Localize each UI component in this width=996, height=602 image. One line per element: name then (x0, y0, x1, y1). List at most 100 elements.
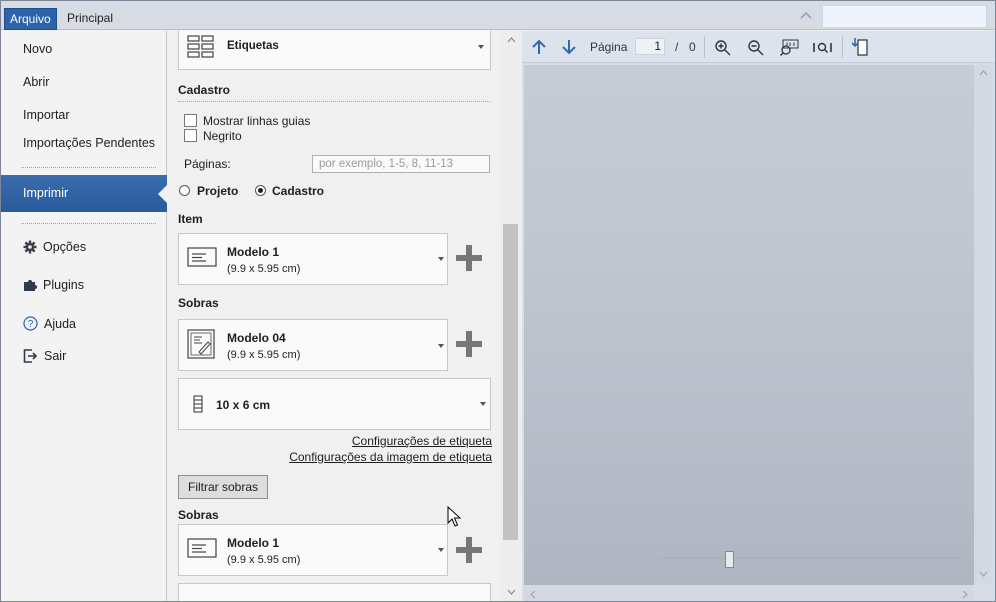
exit-icon (23, 349, 38, 363)
tab-principal[interactable]: Principal (62, 8, 118, 30)
svg-text:?: ? (28, 319, 34, 330)
layout-select[interactable]: Etiquetas (178, 31, 491, 70)
page-number-input[interactable]: 1 (635, 38, 665, 55)
print-preview: Página 1 / 0 (522, 31, 995, 601)
fit-width-icon[interactable] (813, 39, 832, 56)
sidebar-item-opcoes[interactable]: Opções (23, 240, 86, 254)
sidebar-item-label: Sair (44, 349, 67, 363)
preview-canvas (524, 65, 974, 585)
sidebar-item-plugins[interactable]: Plugins (23, 278, 84, 292)
sidebar-item-label: Opções (43, 240, 87, 254)
page-label: Página (590, 40, 628, 54)
sidebar-item-label: Abrir (23, 75, 50, 89)
sobras2-model-title: Modelo 1 (227, 536, 280, 550)
label-template-icon (187, 247, 217, 267)
toolbar-divider (842, 36, 843, 58)
ribbon-search-box[interactable] (822, 5, 987, 28)
add-sobras2-model-button[interactable] (456, 537, 482, 563)
label-size-value: 10 x 6 cm (216, 398, 271, 412)
puzzle-icon (24, 280, 37, 291)
label-edit-icon (187, 329, 215, 359)
help-icon: ? (23, 316, 38, 331)
zoom-out-icon[interactable] (747, 39, 764, 56)
preview-vertical-scrollbar[interactable] (974, 65, 994, 585)
backstage-sidebar: Novo Abrir Importar Importações Pendente… (1, 31, 167, 601)
sidebar-divider (21, 223, 156, 224)
grid-layout-icon (187, 35, 214, 58)
section-heading-item: Item (178, 212, 203, 226)
show-guides-label: Mostrar linhas guias (203, 114, 311, 128)
settings-scrollbar-thumb[interactable] (503, 224, 518, 540)
item-model-size: (9.9 x 5.95 cm) (227, 263, 301, 275)
section-heading-cadastro: Cadastro (178, 83, 231, 97)
sidebar-item-label: Imprimir (23, 186, 69, 200)
next-page-icon[interactable] (561, 39, 577, 55)
scroll-up-icon[interactable] (507, 37, 516, 43)
add-sobras-model-button[interactable] (456, 331, 482, 357)
sidebar-item-label: Plugins (43, 278, 84, 292)
item-model-title: Modelo 1 (227, 245, 280, 259)
mouse-cursor-icon (447, 506, 461, 527)
pages-label: Páginas: (184, 157, 231, 171)
application-window: Arquivo Principal Novo Abrir Importar Im… (0, 0, 996, 602)
section-heading-sobras-2: Sobras (178, 508, 219, 522)
page-separator: / (675, 40, 679, 54)
ribbon-bar: Arquivo Principal (1, 1, 995, 30)
radio-cadastro-label: Cadastro (272, 184, 325, 198)
bold-label: Negrito (203, 129, 242, 143)
radio-projeto[interactable] (179, 185, 190, 196)
export-icon[interactable] (850, 37, 869, 56)
sobras2-model-size: (9.9 x 5.95 cm) (227, 554, 301, 566)
collapse-ribbon-icon[interactable] (799, 10, 813, 20)
sidebar-item-importar[interactable]: Importar (23, 108, 70, 122)
add-item-model-button[interactable] (456, 245, 482, 271)
pages-input[interactable]: por exemplo, 1-5, 8, 11-13 (312, 155, 490, 173)
sidebar-divider (21, 167, 156, 168)
zoom-in-icon[interactable] (714, 39, 731, 56)
label-size-select[interactable]: 10 x 6 cm (178, 378, 491, 430)
chevron-down-icon (438, 257, 444, 261)
sidebar-item-sair[interactable]: Sair (23, 349, 66, 363)
label-image-settings-link[interactable]: Configurações da imagem de etiqueta (289, 450, 492, 464)
sobras-model-title: Modelo 04 (227, 331, 286, 345)
sobras-model-size: (9.9 x 5.95 cm) (227, 349, 301, 361)
sobras-model-select[interactable]: Modelo 04 (9.9 x 5.95 cm) (178, 319, 448, 371)
radio-cadastro[interactable] (255, 185, 266, 196)
additional-select[interactable] (178, 583, 491, 601)
radio-projeto-label: Projeto (197, 184, 239, 198)
chevron-down-icon (438, 344, 444, 348)
scroll-up-icon[interactable] (979, 70, 988, 76)
zoom-slider[interactable] (660, 557, 960, 559)
scroll-down-icon[interactable] (507, 589, 516, 595)
previous-page-icon[interactable] (531, 39, 547, 55)
sidebar-item-abrir[interactable]: Abrir (23, 75, 49, 89)
sidebar-item-ajuda[interactable]: ? Ajuda (23, 316, 76, 331)
layout-select-label: Etiquetas (227, 40, 279, 52)
sidebar-item-label: Ajuda (44, 316, 76, 331)
show-guides-checkbox[interactable] (184, 114, 197, 127)
bold-checkbox[interactable] (184, 129, 197, 142)
sidebar-item-imprimir[interactable]: Imprimir (1, 175, 167, 212)
sidebar-item-importacoes-pendentes[interactable]: Importações Pendentes (23, 136, 155, 150)
sidebar-item-novo[interactable]: Novo (23, 42, 52, 56)
filter-sobras-button[interactable]: Filtrar sobras (178, 475, 268, 499)
chevron-down-icon (438, 548, 444, 552)
scroll-down-icon[interactable] (979, 571, 988, 577)
zoom-100-icon[interactable] (780, 39, 799, 56)
toolbar-divider (704, 36, 705, 58)
item-model-select[interactable]: Modelo 1 (9.9 x 5.95 cm) (178, 233, 448, 285)
preview-horizontal-scrollbar[interactable] (524, 585, 974, 601)
tab-arquivo[interactable]: Arquivo (4, 8, 57, 30)
chevron-down-icon (480, 402, 486, 406)
sidebar-item-label: Importar (23, 108, 70, 122)
scroll-left-icon[interactable] (530, 590, 536, 599)
scroll-right-icon[interactable] (962, 590, 968, 599)
label-settings-link[interactable]: Configurações de etiqueta (352, 434, 492, 448)
section-divider (178, 101, 490, 102)
preview-toolbar: Página 1 / 0 (522, 31, 995, 63)
label-roll-icon (193, 395, 203, 413)
chevron-down-icon (478, 45, 484, 49)
zoom-slider-knob[interactable] (725, 551, 734, 568)
total-pages: 0 (689, 40, 696, 54)
sobras2-model-select[interactable]: Modelo 1 (9.9 x 5.95 cm) (178, 524, 448, 576)
